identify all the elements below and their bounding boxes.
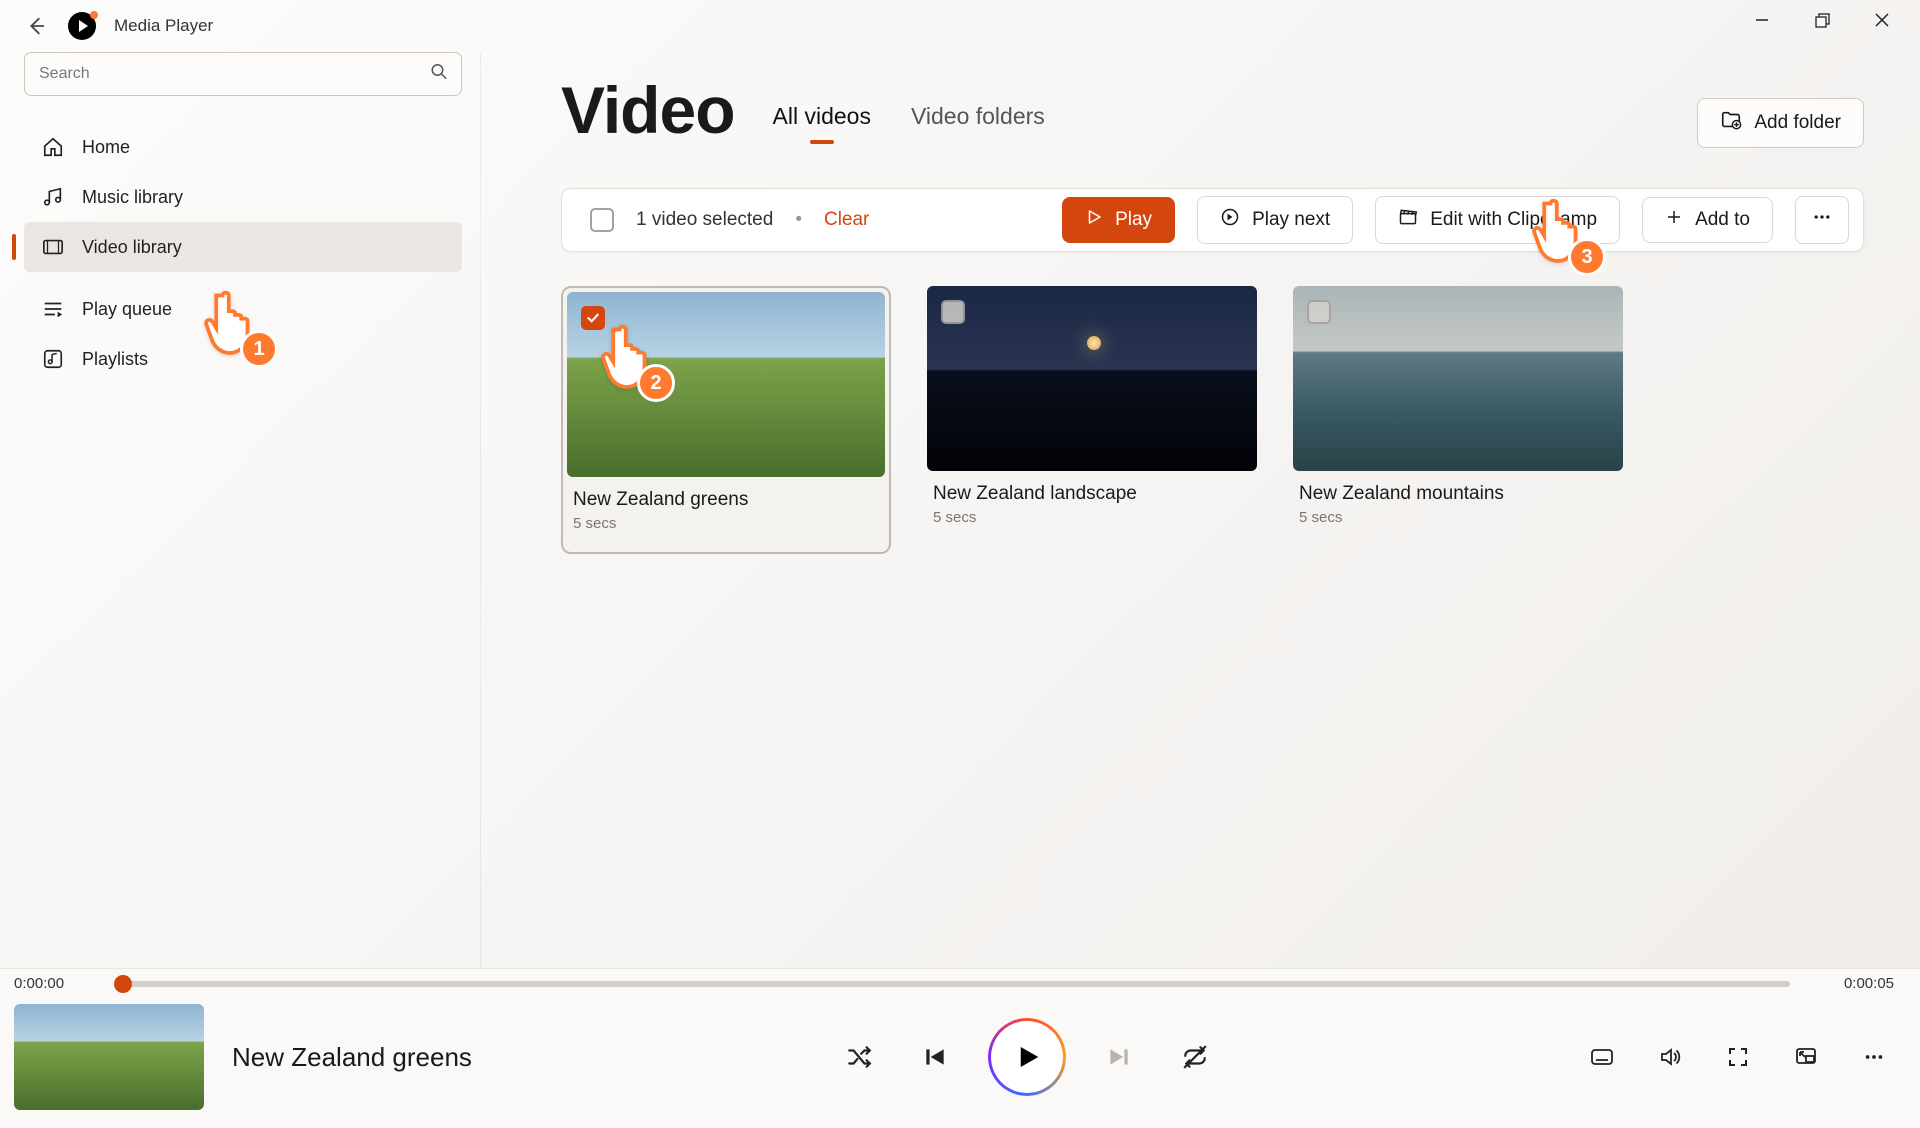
sidebar-item-label: Music library <box>82 187 183 208</box>
next-button[interactable] <box>1099 1037 1139 1077</box>
select-video-checkbox[interactable] <box>941 300 965 324</box>
video-title: New Zealand greens <box>567 489 885 511</box>
captions-button[interactable] <box>1582 1037 1622 1077</box>
play-next-icon <box>1220 207 1240 233</box>
total-time: 0:00:05 <box>1814 975 1894 992</box>
video-card[interactable]: New Zealand greens 5 secs <box>561 286 891 554</box>
minimize-button[interactable] <box>1732 0 1792 40</box>
add-folder-label: Add folder <box>1754 112 1841 134</box>
sidebar: Home Music library Video library Play qu… <box>0 52 480 1020</box>
volume-button[interactable] <box>1650 1037 1690 1077</box>
video-duration: 5 secs <box>927 509 1257 526</box>
back-button[interactable] <box>22 12 50 40</box>
add-folder-button[interactable]: Add folder <box>1697 98 1864 148</box>
sidebar-item-home[interactable]: Home <box>24 122 462 172</box>
search-input[interactable] <box>24 52 462 96</box>
previous-button[interactable] <box>915 1037 955 1077</box>
repeat-button[interactable] <box>1175 1037 1215 1077</box>
sidebar-item-video[interactable]: Video library <box>24 222 462 272</box>
music-icon <box>42 186 64 208</box>
page-title: Video <box>561 72 735 148</box>
clapboard-icon <box>1398 207 1418 233</box>
mini-player-button[interactable] <box>1786 1037 1826 1077</box>
sidebar-item-music[interactable]: Music library <box>24 172 462 222</box>
video-title: New Zealand landscape <box>927 483 1257 505</box>
video-icon <box>42 236 64 258</box>
search-icon <box>430 63 448 86</box>
sidebar-item-playlists[interactable]: Playlists <box>24 334 462 384</box>
fullscreen-button[interactable] <box>1718 1037 1758 1077</box>
close-button[interactable] <box>1852 0 1912 40</box>
selection-count: 1 video selected <box>636 209 773 231</box>
select-video-checkbox[interactable] <box>1307 300 1331 324</box>
tab-bar: All videos Video folders <box>773 103 1045 148</box>
maximize-button[interactable] <box>1792 0 1852 40</box>
plus-icon <box>1665 208 1683 232</box>
video-duration: 5 secs <box>567 515 885 532</box>
tab-all-videos[interactable]: All videos <box>773 103 871 140</box>
sidebar-item-queue[interactable]: Play queue <box>24 284 462 334</box>
sidebar-item-label: Play queue <box>82 299 172 320</box>
shuffle-button[interactable] <box>839 1037 879 1077</box>
edit-clipchamp-button[interactable]: Edit with Clipchamp <box>1375 196 1620 244</box>
sidebar-item-label: Home <box>82 137 130 158</box>
sidebar-item-label: Video library <box>82 237 182 258</box>
play-button[interactable]: Play <box>1062 197 1175 243</box>
seek-slider[interactable] <box>118 981 1790 987</box>
clear-selection-link[interactable]: Clear <box>824 209 869 231</box>
app-icon <box>68 12 96 40</box>
more-actions-button[interactable] <box>1795 196 1849 244</box>
video-card[interactable]: New Zealand landscape 5 secs <box>927 286 1257 554</box>
video-title: New Zealand mountains <box>1293 483 1623 505</box>
seek-knob[interactable] <box>114 975 132 993</box>
playlist-icon <box>42 348 64 370</box>
app-title: Media Player <box>114 16 213 36</box>
video-thumbnail[interactable] <box>927 286 1257 471</box>
video-card[interactable]: New Zealand mountains 5 secs <box>1293 286 1623 554</box>
play-next-button[interactable]: Play next <box>1197 196 1353 244</box>
now-playing-thumbnail[interactable] <box>14 1004 204 1110</box>
elapsed-time: 0:00:00 <box>14 975 94 992</box>
select-all-checkbox[interactable] <box>590 208 614 232</box>
now-playing-title: New Zealand greens <box>232 1042 472 1073</box>
more-icon <box>1812 207 1832 233</box>
player-bar: 0:00:00 0:00:05 New Zealand greens <box>0 968 1920 1128</box>
add-to-button[interactable]: Add to <box>1642 197 1773 243</box>
play-icon <box>1085 208 1103 232</box>
add-folder-icon <box>1720 109 1742 137</box>
queue-icon <box>42 298 64 320</box>
video-thumbnail[interactable] <box>567 292 885 477</box>
selection-bar: 1 video selected • Clear Play Play next … <box>561 188 1864 252</box>
player-more-button[interactable] <box>1854 1037 1894 1077</box>
home-icon <box>42 136 64 158</box>
video-duration: 5 secs <box>1293 509 1623 526</box>
tab-video-folders[interactable]: Video folders <box>911 103 1045 140</box>
sidebar-item-label: Playlists <box>82 349 148 370</box>
play-pause-button[interactable] <box>991 1021 1063 1093</box>
video-thumbnail[interactable] <box>1293 286 1623 471</box>
select-video-checkbox[interactable] <box>581 306 605 330</box>
